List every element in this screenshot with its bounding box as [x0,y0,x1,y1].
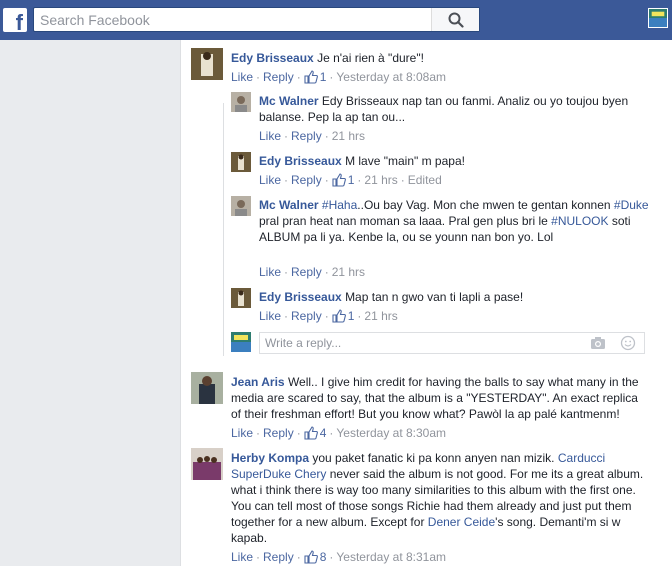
reply-input[interactable] [265,334,575,352]
timestamp[interactable]: 21 hrs [364,173,397,187]
comment-text: ..Ou bay Vag. Mon che mwen te gentan kon… [357,198,614,212]
reply-link[interactable]: Reply [263,70,294,84]
reply-thread-line [223,103,224,356]
comment-author[interactable]: Herby Kompa [231,451,309,465]
avatar[interactable] [191,448,223,480]
like-link[interactable]: Like [259,265,281,279]
comment-actions: Like · Reply · 1 · 21 hrs [259,309,398,323]
like-link[interactable]: Like [231,550,253,564]
comment-actions: Like · Reply · 21 hrs [259,129,366,143]
avatar[interactable] [191,372,223,404]
reply-box [259,332,645,354]
avatar[interactable] [191,48,223,80]
comment-author[interactable]: Edy Brisseaux [259,154,342,168]
comment-feed: Edy Brisseaux Je n'ai rien à "dure"! Lik… [180,40,672,566]
emoji-icon[interactable] [620,335,636,351]
search-input[interactable] [40,9,430,30]
profile-avatar[interactable] [231,332,251,352]
like-link[interactable]: Like [259,129,281,143]
camera-icon[interactable] [590,336,606,350]
comment-author[interactable]: Edy Brisseaux [231,51,314,65]
timestamp[interactable]: Yesterday at 8:31am [336,550,446,564]
thumbs-up-icon[interactable] [332,309,346,323]
like-link[interactable]: Like [259,173,281,187]
timestamp[interactable]: 21 hrs [332,129,365,143]
thumbs-up-icon[interactable] [304,550,318,564]
comment-author[interactable]: Mc Walner [259,94,319,108]
reply-link[interactable]: Reply [291,265,322,279]
comment-author[interactable]: Jean Aris [231,375,285,389]
reply-link[interactable]: Reply [291,309,322,323]
timestamp[interactable]: 21 hrs [364,309,397,323]
like-link[interactable]: Like [231,70,253,84]
edited-label[interactable]: Edited [408,173,442,187]
comment-text: Well.. I give him credit for having the … [231,375,639,421]
top-bar: f [0,0,672,40]
reply-link[interactable]: Reply [291,129,322,143]
search-box [33,7,480,32]
reply-link[interactable]: Reply [263,550,294,564]
timestamp[interactable]: Yesterday at 8:08am [336,70,446,84]
facebook-logo-icon[interactable]: f [3,8,27,34]
comment-text: you paket fanatic ki pa konn anyen nan m… [312,451,558,465]
like-link[interactable]: Like [259,309,281,323]
comment-text: pral pran heat nan moman sa laaa. Pral g… [259,214,552,228]
comment-author[interactable]: Edy Brisseaux [259,290,342,304]
timestamp[interactable]: 21 hrs [332,265,365,279]
comment-text: M lave "main" m papa! [345,154,465,168]
comment-actions: Like · Reply · 4 · Yesterday at 8:30am [231,426,447,440]
avatar[interactable] [231,288,251,308]
thumbs-up-icon[interactable] [304,426,318,440]
comment-actions: Like · Reply · 1 · Yesterday at 8:08am [231,70,447,84]
comment-actions: Like · Reply · 1 · 21 hrs · Edited [259,173,442,187]
reply-link[interactable]: Reply [263,426,294,440]
hashtag-link[interactable]: #NULOOK [551,214,608,228]
thumbs-up-icon[interactable] [332,173,346,187]
avatar[interactable] [231,196,251,216]
mention-link[interactable]: Dener Ceide [428,515,495,529]
comment-text: Je n'ai rien à "dure"! [317,51,424,65]
avatar[interactable] [231,92,251,112]
search-icon [448,12,464,28]
search-button[interactable] [431,8,479,31]
comment-actions: Like · Reply · 21 hrs [259,265,366,279]
like-link[interactable]: Like [231,426,253,440]
comment-author[interactable]: Mc Walner [259,198,319,212]
comment-text: Map tan n gwo van ti lapli a pase! [345,290,524,304]
avatar[interactable] [231,152,251,172]
comment-actions: Like · Reply · 8 · Yesterday at 8:31am [231,550,447,564]
reply-link[interactable]: Reply [291,173,322,187]
hashtag-link[interactable]: #Duke [614,198,649,212]
hashtag-link[interactable]: #Haha [322,198,357,212]
timestamp[interactable]: Yesterday at 8:30am [336,426,446,440]
profile-avatar[interactable] [648,8,668,28]
thumbs-up-icon[interactable] [304,70,318,84]
